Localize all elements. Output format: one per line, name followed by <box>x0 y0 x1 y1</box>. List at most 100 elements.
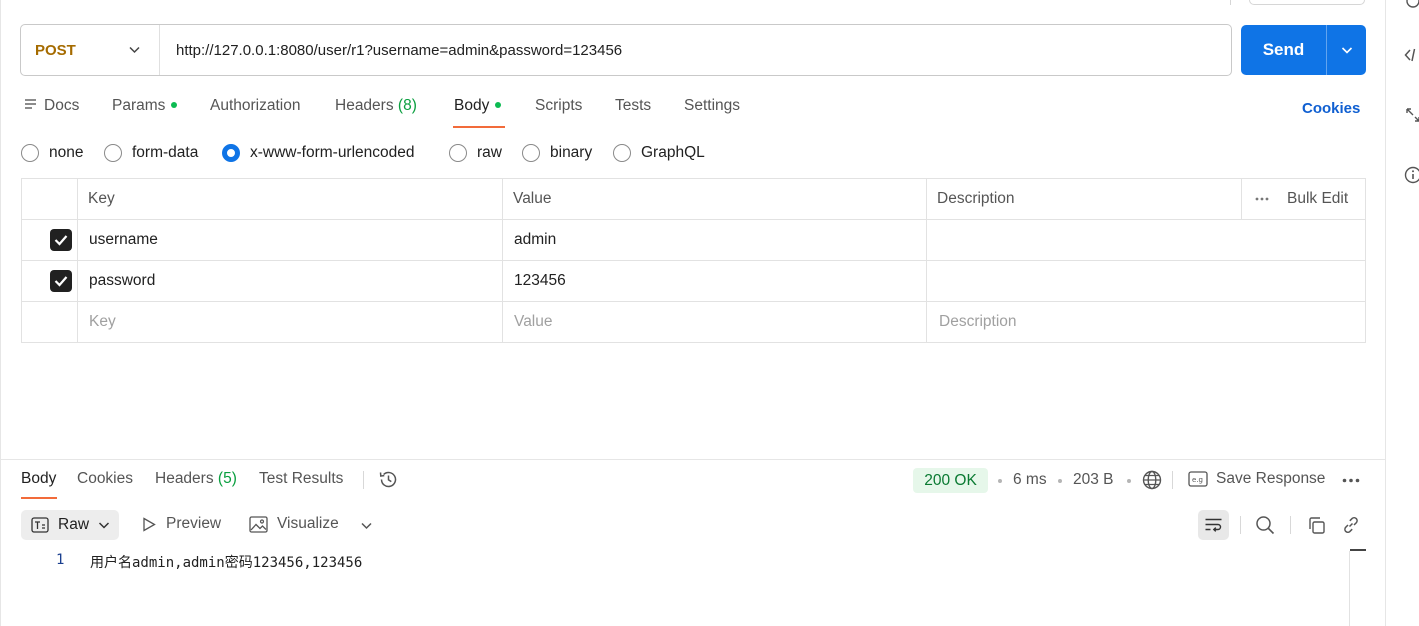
body-indicator-dot <box>495 102 502 108</box>
response-active-tab-indicator <box>21 497 57 499</box>
tab-tests[interactable]: Tests <box>615 97 651 119</box>
copy-button[interactable] <box>1304 513 1328 537</box>
radio-x-www-form-urlencoded[interactable]: x-www-form-urlencoded <box>222 143 415 163</box>
tab-headers-label: Headers <box>335 97 394 114</box>
radio-graphql[interactable]: GraphQL <box>613 143 705 163</box>
image-icon <box>249 515 268 533</box>
new-key-input[interactable]: Key <box>89 313 116 331</box>
wrap-icon <box>1205 518 1222 532</box>
scrollbar-track[interactable] <box>1349 551 1350 626</box>
checkmark-icon <box>54 276 68 287</box>
response-body-text[interactable]: 用户名admin,admin密码123456,123456 <box>90 552 362 572</box>
tab-body[interactable]: Body <box>454 97 502 119</box>
radio-binary[interactable]: binary <box>522 143 592 163</box>
row-key[interactable]: username <box>89 231 158 249</box>
format-select[interactable]: Raw <box>21 510 119 540</box>
top-partial-button[interactable] <box>1249 0 1365 5</box>
preview-label: Preview <box>166 515 222 532</box>
preview-button[interactable]: Preview <box>142 515 221 533</box>
send-button[interactable]: Send <box>1241 25 1366 75</box>
response-tab-cookies[interactable]: Cookies <box>77 470 133 488</box>
response-tab-headers[interactable]: Headers (5) <box>155 470 237 488</box>
search-icon <box>1256 516 1275 535</box>
play-icon <box>143 516 156 532</box>
sidebar-icon[interactable] <box>1404 0 1419 10</box>
save-response-button[interactable]: e.g Save Response <box>1188 470 1325 488</box>
more-options-icon[interactable] <box>1342 478 1360 483</box>
new-value-input[interactable]: Value <box>514 313 553 331</box>
headers-count: (8) <box>397 97 417 114</box>
url-bar: POST http://127.0.0.1:8080/user/r1?usern… <box>20 24 1232 76</box>
tab-settings[interactable]: Settings <box>684 97 740 119</box>
save-example-icon: e.g <box>1188 471 1208 487</box>
row-value[interactable]: admin <box>514 231 556 249</box>
send-options-button[interactable] <box>1327 25 1366 75</box>
chevron-down-icon[interactable] <box>360 519 373 532</box>
tab-headers[interactable]: Headers (8) <box>335 97 417 119</box>
text-format-icon <box>31 517 49 533</box>
response-size[interactable]: 203 B <box>1073 471 1114 489</box>
status-badge[interactable]: 200 OK <box>913 468 988 493</box>
radio-circle <box>449 144 467 162</box>
method-select[interactable]: POST <box>21 25 160 75</box>
params-table: Key Value Description Bulk Edit username… <box>21 178 1366 343</box>
cookies-link[interactable]: Cookies <box>1302 100 1360 117</box>
radio-circle <box>21 144 39 162</box>
active-tab-indicator <box>453 126 505 128</box>
wrap-lines-button[interactable] <box>1198 510 1229 540</box>
radio-urlencoded-label: x-www-form-urlencoded <box>250 144 415 161</box>
link-icon <box>1344 516 1358 534</box>
radio-circle-selected <box>222 144 240 162</box>
search-button[interactable] <box>1253 513 1277 537</box>
more-options-icon[interactable] <box>1255 197 1269 201</box>
line-number: 1 <box>56 552 65 568</box>
radio-circle <box>613 144 631 162</box>
tab-params[interactable]: Params <box>112 97 178 119</box>
visualize-label: Visualize <box>277 515 339 532</box>
tab-params-label: Params <box>112 97 166 114</box>
tab-docs[interactable]: Docs <box>24 97 79 119</box>
info-icon[interactable] <box>1404 166 1419 184</box>
tab-scripts-label: Scripts <box>535 97 583 114</box>
checkmark-icon <box>54 235 68 246</box>
response-time[interactable]: 6 ms <box>1013 471 1047 489</box>
row-checkbox[interactable] <box>50 229 72 251</box>
chevron-down-icon <box>98 522 110 529</box>
expand-icon[interactable] <box>1404 106 1419 124</box>
visualize-button[interactable]: Visualize <box>249 515 339 533</box>
history-icon[interactable] <box>378 469 399 490</box>
column-header-key: Key <box>88 190 115 207</box>
row-key[interactable]: password <box>89 272 155 290</box>
radio-raw[interactable]: raw <box>449 143 502 163</box>
response-tab-headers-label: Headers <box>155 470 214 487</box>
radio-form-data-label: form-data <box>132 144 199 161</box>
radio-none[interactable]: none <box>21 143 83 163</box>
method-label: POST <box>35 41 76 59</box>
right-sidebar-divider <box>1385 0 1386 626</box>
radio-graphql-label: GraphQL <box>641 144 705 161</box>
params-indicator-dot <box>171 102 178 108</box>
tab-body-label: Body <box>454 97 490 114</box>
new-description-input[interactable]: Description <box>939 313 1017 331</box>
bulk-edit-button[interactable]: Bulk Edit <box>1287 190 1348 208</box>
row-checkbox[interactable] <box>50 270 72 292</box>
column-header-value: Value <box>513 190 552 207</box>
code-icon[interactable] <box>1404 46 1419 64</box>
radio-form-data[interactable]: form-data <box>104 143 198 163</box>
radio-circle <box>522 144 540 162</box>
send-label: Send <box>1262 40 1305 59</box>
row-value[interactable]: 123456 <box>514 272 566 290</box>
tab-scripts[interactable]: Scripts <box>535 97 582 119</box>
globe-icon[interactable] <box>1142 470 1162 490</box>
column-header-description: Description <box>937 190 1015 207</box>
response-tab-test-results[interactable]: Test Results <box>259 470 343 488</box>
tab-authorization[interactable]: Authorization <box>210 97 300 119</box>
pane-left-edge <box>0 0 1 626</box>
docs-icon <box>25 99 36 109</box>
link-button[interactable] <box>1339 513 1363 537</box>
response-tab-body[interactable]: Body <box>21 470 56 488</box>
url-input[interactable]: http://127.0.0.1:8080/user/r1?username=a… <box>176 25 622 75</box>
format-label: Raw <box>58 516 90 533</box>
save-response-label: Save Response <box>1216 470 1326 487</box>
scrollbar-thumb[interactable] <box>1350 549 1366 551</box>
